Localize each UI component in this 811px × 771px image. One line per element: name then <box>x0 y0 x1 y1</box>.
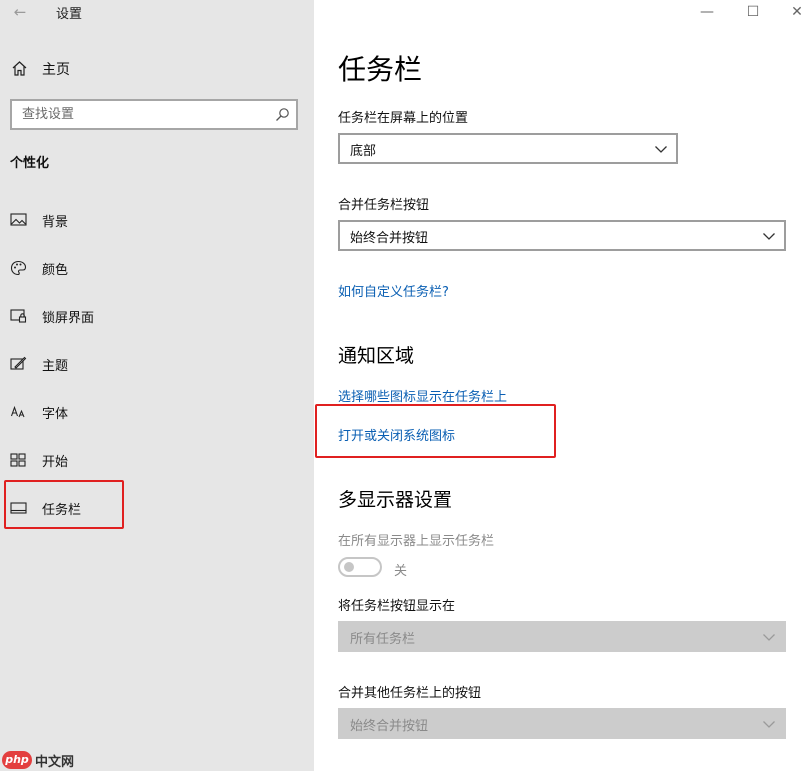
watermark-badge: php <box>2 751 32 769</box>
main-content: — ☐ ✕ 任务栏 任务栏在屏幕上的位置 底部 合并任务栏按钮 始终合并按钮 如… <box>314 0 811 771</box>
show-buttons-on-label: 将任务栏按钮显示在 <box>338 599 456 614</box>
maximize-button[interactable]: ☐ <box>738 2 768 22</box>
combine-buttons-label: 合并任务栏按钮 <box>338 198 430 213</box>
sidebar-item-fonts[interactable]: 字体 <box>0 395 314 429</box>
multiple-displays-heading: 多显示器设置 <box>338 489 453 511</box>
sidebar-item-start[interactable]: 开始 <box>0 443 314 477</box>
watermark-text: 中文网 <box>35 754 75 770</box>
show-buttons-on-dropdown[interactable]: 所有任务栏 <box>338 621 786 652</box>
dropdown-value: 底部 <box>350 144 377 159</box>
sidebar-item-label: 颜色 <box>42 263 69 278</box>
chevron-down-icon <box>763 634 775 641</box>
sidebar-item-label: 字体 <box>42 407 69 422</box>
picture-icon <box>10 213 27 226</box>
sidebar-item-label: 主题 <box>42 359 69 374</box>
minimize-button[interactable]: — <box>692 2 722 22</box>
sidebar-item-label: 开始 <box>42 455 69 470</box>
taskbar-position-label: 任务栏在屏幕上的位置 <box>338 111 469 126</box>
select-taskbar-icons-link[interactable]: 选择哪些图标显示在任务栏上 <box>338 386 507 405</box>
dropdown-value: 始终合并按钮 <box>350 719 429 734</box>
sidebar-item-label: 主页 <box>42 62 70 78</box>
window-title: 设置 <box>56 7 83 22</box>
search-icon[interactable] <box>275 107 290 122</box>
notification-area-heading: 通知区域 <box>338 345 415 367</box>
dropdown-value: 始终合并按钮 <box>350 231 429 246</box>
watermark: php 中文网 <box>2 750 74 770</box>
sidebar-item-colors[interactable]: 颜色 <box>0 251 314 285</box>
toggle-state-text: 关 <box>394 564 408 579</box>
sidebar-item-background[interactable]: 背景 <box>0 203 314 237</box>
palette-icon <box>10 260 27 276</box>
page-title: 任务栏 <box>338 53 423 86</box>
annotation-highlight-taskbar <box>4 480 124 529</box>
lock-screen-icon <box>10 309 27 323</box>
combine-buttons-dropdown[interactable]: 始终合并按钮 <box>338 220 786 251</box>
search-input[interactable] <box>12 101 262 128</box>
sidebar-item-label: 锁屏界面 <box>42 311 95 326</box>
toggle-knob <box>344 562 354 572</box>
font-icon <box>10 405 25 418</box>
start-icon <box>10 453 26 467</box>
combine-other-buttons-dropdown[interactable]: 始终合并按钮 <box>338 708 786 739</box>
sidebar-item-label: 背景 <box>42 215 69 230</box>
search-box[interactable] <box>10 99 298 130</box>
annotation-highlight-system-icons <box>315 404 556 458</box>
taskbar-position-dropdown[interactable]: 底部 <box>338 133 678 164</box>
back-button[interactable]: ← <box>10 2 30 22</box>
combine-other-buttons-label: 合并其他任务栏上的按钮 <box>338 686 482 701</box>
section-title-personalization: 个性化 <box>10 156 50 171</box>
show-on-all-displays-toggle[interactable] <box>338 557 382 577</box>
sidebar-item-lock-screen[interactable]: 锁屏界面 <box>0 299 314 333</box>
chevron-down-icon <box>655 146 667 153</box>
customize-taskbar-link[interactable]: 如何自定义任务栏? <box>338 281 449 300</box>
show-on-all-displays-label: 在所有显示器上显示任务栏 <box>338 534 495 549</box>
sidebar-item-themes[interactable]: 主题 <box>0 347 314 381</box>
chevron-down-icon <box>763 721 775 728</box>
close-button[interactable]: ✕ <box>782 2 811 22</box>
theme-icon <box>10 356 27 370</box>
chevron-down-icon <box>763 233 775 240</box>
sidebar: ← 设置 主页 个性化 背景 颜色 <box>0 0 314 771</box>
dropdown-value: 所有任务栏 <box>350 632 416 647</box>
home-icon <box>12 61 27 76</box>
title-bar-left: ← 设置 <box>0 0 314 26</box>
sidebar-item-home[interactable]: 主页 <box>0 56 314 82</box>
